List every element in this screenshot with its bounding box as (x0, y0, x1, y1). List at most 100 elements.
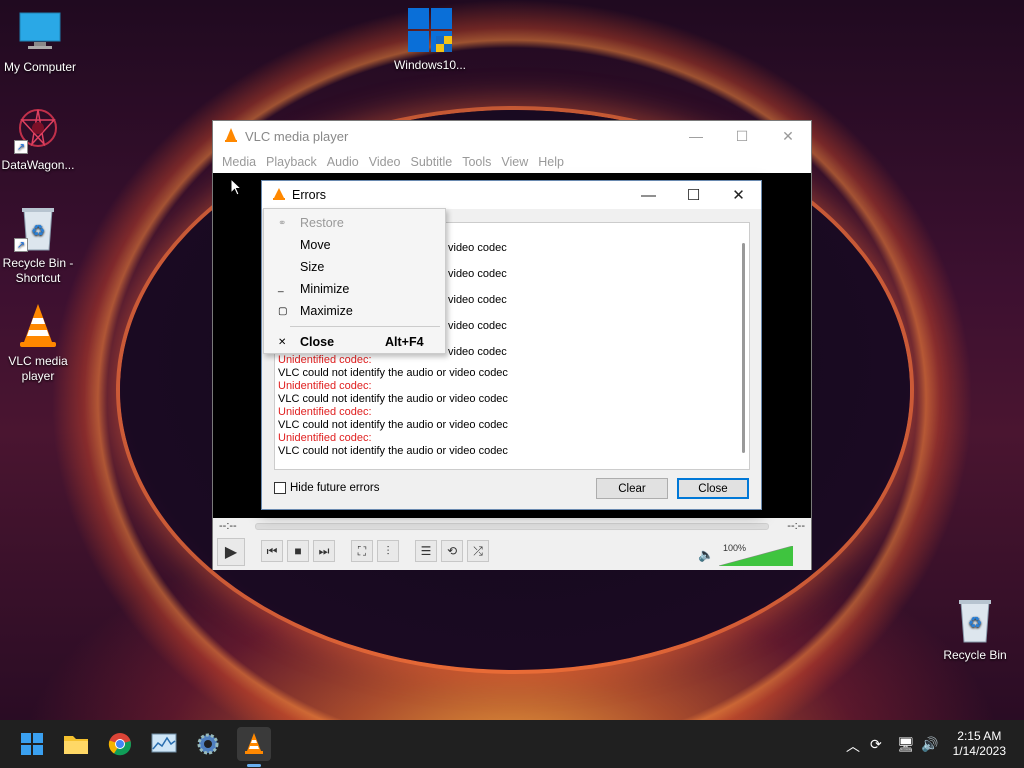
log-scrollbar[interactable] (742, 243, 745, 453)
vlc-menubar: Media Playback Audio Video Subtitle Tool… (213, 151, 811, 173)
vlc-cone-icon (245, 733, 263, 754)
maximize-button[interactable]: ☐ (671, 186, 716, 204)
fullscreen-button[interactable]: ⛶ (351, 540, 373, 562)
log-entries: Unidentified codec: VLC could not identi… (275, 354, 508, 458)
datawagon-icon: ↗ (14, 106, 62, 154)
windows-logo-icon (406, 6, 454, 54)
partial-log-lines: video codec video codec video codec vide… (448, 235, 507, 365)
speaker-icon[interactable]: 🔈 (698, 547, 714, 563)
gear-icon (197, 733, 219, 755)
clock-time: 2:15 AM (957, 729, 1002, 743)
menu-item-move[interactable]: Move (300, 238, 331, 252)
windows-logo-icon (21, 733, 43, 755)
restore-icon: ⚭ (278, 218, 287, 229)
svg-text:♻: ♻ (31, 223, 45, 240)
next-button[interactable]: ⏭ (313, 540, 335, 562)
close-button[interactable]: ✕ (716, 186, 761, 204)
start-button[interactable] (17, 729, 47, 759)
errors-title: Errors (292, 188, 327, 202)
log-line: video codec (448, 242, 507, 254)
hide-future-errors-checkbox[interactable]: Hide future errors (274, 482, 379, 494)
vlc-cone-icon (223, 127, 239, 146)
elapsed-time: --:-- (219, 520, 237, 532)
close-shortcut: Alt+F4 (385, 335, 424, 349)
close-button[interactable]: ✕ (765, 121, 811, 151)
loop-button[interactable]: ⟲ (441, 540, 463, 562)
mouse-cursor-icon (230, 178, 243, 196)
shortcut-arrow-icon: ↗ (14, 140, 28, 154)
menu-help[interactable]: Help (533, 155, 569, 169)
desktop-icon-windows10[interactable]: Windows10... (390, 6, 470, 73)
volume-slider[interactable]: 100% (719, 543, 793, 566)
vlc-cone-icon (272, 187, 286, 204)
file-explorer-button[interactable] (61, 729, 91, 759)
errors-titlebar[interactable]: Errors — ☐ ✕ (262, 181, 761, 209)
log-error-title: Unidentified codec: (278, 406, 372, 418)
menu-item-size[interactable]: Size (300, 260, 324, 274)
menu-subtitle[interactable]: Subtitle (406, 155, 458, 169)
vlc-window-title: VLC media player (245, 128, 349, 144)
folder-icon (64, 736, 88, 754)
desktop-icon-datawagon[interactable]: ↗ DataWagon... (0, 106, 78, 173)
chrome-icon (108, 733, 132, 756)
log-error-title: Unidentified codec: (278, 354, 372, 366)
desktop-icon-vlc[interactable]: VLC media player (0, 302, 78, 384)
dialog-close-button[interactable]: Close (677, 478, 749, 499)
menu-item-restore[interactable]: Restore (300, 216, 344, 230)
checkbox-box[interactable] (274, 482, 286, 494)
minimize-button[interactable]: — (673, 121, 719, 151)
vlc-taskbar-button[interactable] (237, 727, 271, 761)
log-error-title: Unidentified codec: (278, 380, 372, 392)
recycle-bin-icon: ♻ (951, 596, 999, 644)
minimize-icon: _ (278, 282, 284, 293)
svg-text:♻: ♻ (968, 615, 982, 632)
log-error-title: Unidentified codec: (278, 432, 372, 444)
system-clock[interactable]: 2:15 AM 1/14/2023 (953, 729, 1006, 759)
maximize-button[interactable]: ☐ (719, 121, 765, 151)
desktop-icon-my-computer[interactable]: My Computer (0, 8, 80, 75)
volume-icon[interactable]: 🔊 (921, 736, 938, 753)
menu-tools[interactable]: Tools (457, 155, 496, 169)
menu-item-close[interactable]: Close (300, 335, 334, 349)
menu-video[interactable]: Video (364, 155, 406, 169)
desktop-icon-recycle-bin-shortcut[interactable]: ♻ ↗ Recycle Bin - Shortcut (0, 204, 78, 286)
performance-chart-icon (151, 733, 177, 753)
shortcut-arrow-icon: ↗ (14, 238, 28, 252)
vlc-titlebar[interactable]: VLC media player — ☐ ✕ (213, 121, 811, 151)
menu-audio[interactable]: Audio (322, 155, 364, 169)
playlist-button[interactable]: ☰ (415, 540, 437, 562)
seek-bar[interactable] (255, 523, 769, 530)
menu-separator (290, 326, 440, 327)
menu-view[interactable]: View (496, 155, 533, 169)
system-context-menu[interactable]: ⚭ Restore Move Size _ Minimize ▢ Maximiz… (263, 208, 446, 354)
vlc-cone-icon (14, 302, 62, 350)
sync-icon[interactable]: ⟳ (870, 736, 882, 753)
chrome-button[interactable] (105, 729, 135, 759)
active-indicator (247, 764, 261, 767)
clear-button[interactable]: Clear (596, 478, 668, 499)
taskbar: ︿ ⟳ 🖥 🔊 2:15 AM 1/14/2023 (0, 720, 1024, 768)
network-icon[interactable]: 🖥 (897, 736, 915, 753)
stop-button[interactable]: ■ (287, 540, 309, 562)
log-error-message: VLC could not identify the audio or vide… (278, 367, 508, 379)
menu-item-minimize[interactable]: Minimize (300, 282, 349, 296)
log-error-message: VLC could not identify the audio or vide… (278, 419, 508, 431)
maximize-icon: ▢ (278, 306, 288, 317)
desktop-icon-recycle-bin[interactable]: ♻ Recycle Bin (935, 596, 1015, 663)
log-line: video codec (448, 320, 507, 332)
play-button[interactable]: ▶ (217, 538, 245, 566)
menu-item-maximize[interactable]: Maximize (300, 304, 353, 318)
log-line: video codec (448, 268, 507, 280)
volume-level-graphic (719, 546, 793, 566)
menu-playback[interactable]: Playback (261, 155, 322, 169)
previous-button[interactable]: ⏮ (261, 540, 283, 562)
log-line: video codec (448, 294, 507, 306)
checkbox-label: Hide future errors (290, 482, 380, 494)
task-manager-button[interactable] (149, 729, 179, 759)
menu-media[interactable]: Media (217, 155, 261, 169)
chevron-up-icon[interactable]: ︿ (846, 736, 860, 756)
settings-button[interactable] (193, 729, 223, 759)
extended-settings-button[interactable]: ⫶ (377, 540, 399, 562)
minimize-button[interactable]: — (626, 187, 671, 204)
shuffle-button[interactable]: ⤮ (467, 540, 489, 562)
